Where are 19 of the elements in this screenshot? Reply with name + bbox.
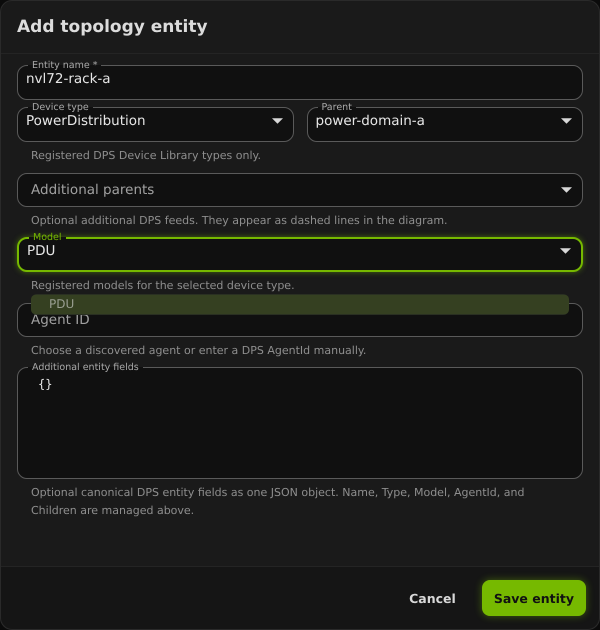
text-field[interactable]: Entity name * nvl72-rack-a xyxy=(17,60,583,100)
text-area[interactable]: Additional entity fields {} xyxy=(17,362,583,479)
caret-icon xyxy=(560,248,571,254)
helper-text: Optional canonical DPS entity fields as one JSON object. Name, Type, Model, AgentId, and Children are managed above. xyxy=(31,485,526,519)
menu-option[interactable]: PDU xyxy=(31,295,569,314)
select-field[interactable]: Model PDU xyxy=(17,232,583,272)
cancel-button[interactable]: Cancel xyxy=(397,580,468,616)
save-button[interactable]: Save entity xyxy=(482,580,586,616)
select-field[interactable]: Device type PowerDistribution xyxy=(17,102,294,142)
select-field[interactable]: Parent power-domain-a xyxy=(306,102,583,142)
select-field[interactable]: Additional parents xyxy=(17,173,583,207)
caret-icon xyxy=(561,187,572,193)
helper-text: Optional additional DPS feeds. They appear as dashed lines in the diagram. xyxy=(31,213,448,229)
caret-icon xyxy=(561,118,572,124)
helper-text: Registered DPS Device Library types only. xyxy=(31,148,261,164)
helper-text: Registered models for the selected device type. xyxy=(31,278,295,294)
dialog-title: Add topology entity xyxy=(17,17,208,37)
caret-icon xyxy=(272,118,282,124)
helper-text: Choose a discovered agent or enter a DPS AgentId manually. xyxy=(31,343,366,359)
